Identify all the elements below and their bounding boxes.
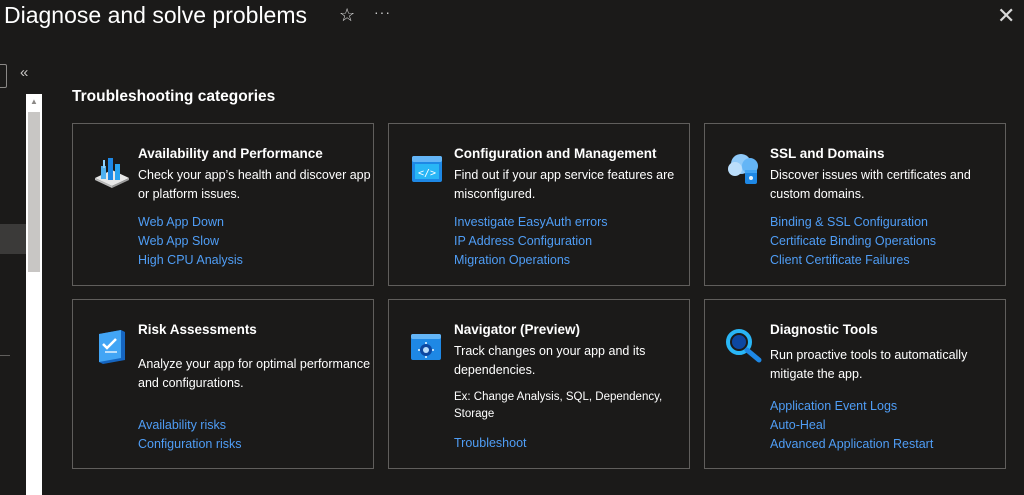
card-configuration-management[interactable]: </> Configuration and Management Find ou… [388, 123, 690, 286]
diagnostic-tools-icon [723, 324, 765, 366]
link-application-event-logs[interactable]: Application Event Logs [770, 397, 933, 416]
card-title: Risk Assessments [138, 322, 257, 337]
link-certificate-binding-operations[interactable]: Certificate Binding Operations [770, 232, 936, 251]
link-migration-operations[interactable]: Migration Operations [454, 251, 608, 270]
ssl-domains-icon [723, 148, 765, 190]
card-links: Web App Down Web App Slow High CPU Analy… [138, 213, 243, 270]
card-title: SSL and Domains [770, 146, 885, 161]
card-title: Diagnostic Tools [770, 322, 878, 337]
card-description: Check your app’s health and discover app… [138, 168, 371, 201]
collapse-sidebar-icon[interactable]: « [20, 64, 28, 81]
page-title: Diagnose and solve problems [4, 2, 308, 28]
card-example-note: Ex: Change Analysis, SQL, Dependency, St… [454, 391, 663, 420]
blade-header: Diagnose and solve problems ☆ ··· ✕ [0, 0, 1024, 34]
scrollbar-thumb[interactable] [28, 112, 40, 272]
card-availability-performance[interactable]: Availability and Performance Check your … [72, 123, 374, 286]
link-ip-address-configuration[interactable]: IP Address Configuration [454, 232, 608, 251]
link-configuration-risks[interactable]: Configuration risks [138, 435, 242, 454]
link-availability-risks[interactable]: Availability risks [138, 416, 242, 435]
card-navigator[interactable]: Navigator (Preview) Track changes on you… [388, 299, 690, 469]
card-title: Navigator (Preview) [454, 322, 581, 337]
link-client-certificate-failures[interactable]: Client Certificate Failures [770, 251, 936, 270]
link-web-app-down[interactable]: Web App Down [138, 213, 243, 232]
risk-assessments-icon [91, 324, 133, 366]
link-high-cpu-analysis[interactable]: High CPU Analysis [138, 251, 243, 270]
availability-performance-icon [91, 148, 133, 190]
card-description: Find out if your app service features ar… [454, 168, 675, 201]
card-diagnostic-tools[interactable]: Diagnostic Tools Run proactive tools to … [704, 299, 1006, 469]
section-title: Troubleshooting categories [72, 88, 276, 105]
card-links: Investigate EasyAuth errors IP Address C… [454, 213, 608, 270]
card-ssl-domains[interactable]: SSL and Domains Discover issues with cer… [704, 123, 1006, 286]
close-icon[interactable]: ✕ [997, 3, 1015, 29]
card-description: Run proactive tools to automatically mit… [770, 348, 968, 381]
card-title: Availability and Performance [138, 146, 323, 161]
search-input[interactable] [0, 64, 7, 88]
favorite-star-icon[interactable]: ☆ [339, 5, 355, 26]
card-risk-assessments[interactable]: Risk Assessments Analyze your app for op… [72, 299, 374, 469]
card-links: Application Event Logs Auto-Heal Advance… [770, 397, 933, 454]
link-investigate-easyauth-errors[interactable]: Investigate EasyAuth errors [454, 213, 608, 232]
card-title: Configuration and Management [454, 146, 657, 161]
navigator-icon [407, 324, 449, 366]
link-troubleshoot[interactable]: Troubleshoot [454, 434, 527, 453]
configuration-management-icon: </> [407, 148, 449, 190]
link-auto-heal[interactable]: Auto-Heal [770, 416, 933, 435]
link-web-app-slow[interactable]: Web App Slow [138, 232, 243, 251]
sidebar-item-selected[interactable] [0, 224, 26, 254]
link-binding-ssl-configuration[interactable]: Binding & SSL Configuration [770, 213, 936, 232]
card-links: Binding & SSL Configuration Certificate … [770, 213, 936, 270]
more-options-icon[interactable]: ··· [374, 4, 391, 20]
card-links: Troubleshoot [454, 434, 527, 453]
svg-text:</>: </> [418, 168, 436, 179]
card-links: Availability risks Configuration risks [138, 416, 242, 454]
card-description: Discover issues with certificates and cu… [770, 168, 971, 201]
link-advanced-application-restart[interactable]: Advanced Application Restart [770, 435, 933, 454]
card-description: Track changes on your app and its depend… [454, 344, 646, 377]
sidebar-divider [0, 355, 10, 356]
scroll-up-arrow-icon[interactable]: ▲ [26, 95, 42, 109]
card-description: Analyze your app for optimal performance… [138, 357, 371, 390]
